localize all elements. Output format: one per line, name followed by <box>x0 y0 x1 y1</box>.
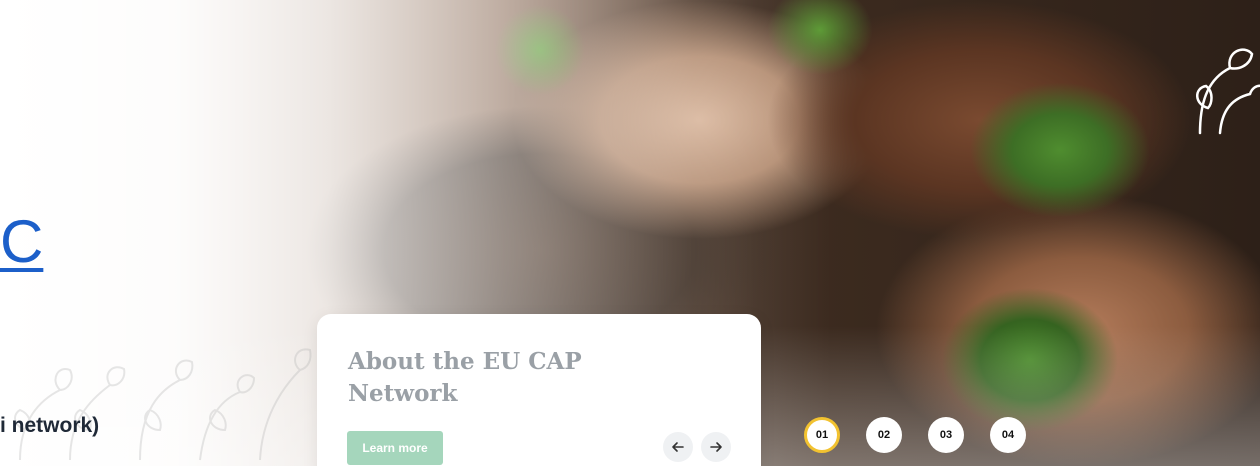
learn-more-button[interactable]: Learn more <box>347 431 443 465</box>
page-heading-fragment: C <box>0 212 43 272</box>
hero-banner: C i network) About the EU CAP Network Le… <box>0 0 1260 466</box>
slide-page-3[interactable]: 03 <box>928 417 964 453</box>
previous-slide-button[interactable] <box>663 432 693 462</box>
slide-page-4[interactable]: 04 <box>990 417 1026 453</box>
plant-outline-pattern <box>14 348 312 461</box>
card-title: About the EU CAP Network <box>348 348 582 407</box>
next-slide-button[interactable] <box>701 432 731 462</box>
slide-page-1[interactable]: 01 <box>804 417 840 453</box>
plant-line-icon <box>1196 48 1260 135</box>
arrow-left-icon <box>672 442 684 452</box>
arrow-right-icon <box>710 442 722 452</box>
about-card: About the EU CAP Network Learn more <box>317 314 761 466</box>
slide-page-2[interactable]: 02 <box>866 417 902 453</box>
page-subtitle-fragment: i network) <box>0 414 100 437</box>
page-heading-text: C <box>0 208 44 275</box>
